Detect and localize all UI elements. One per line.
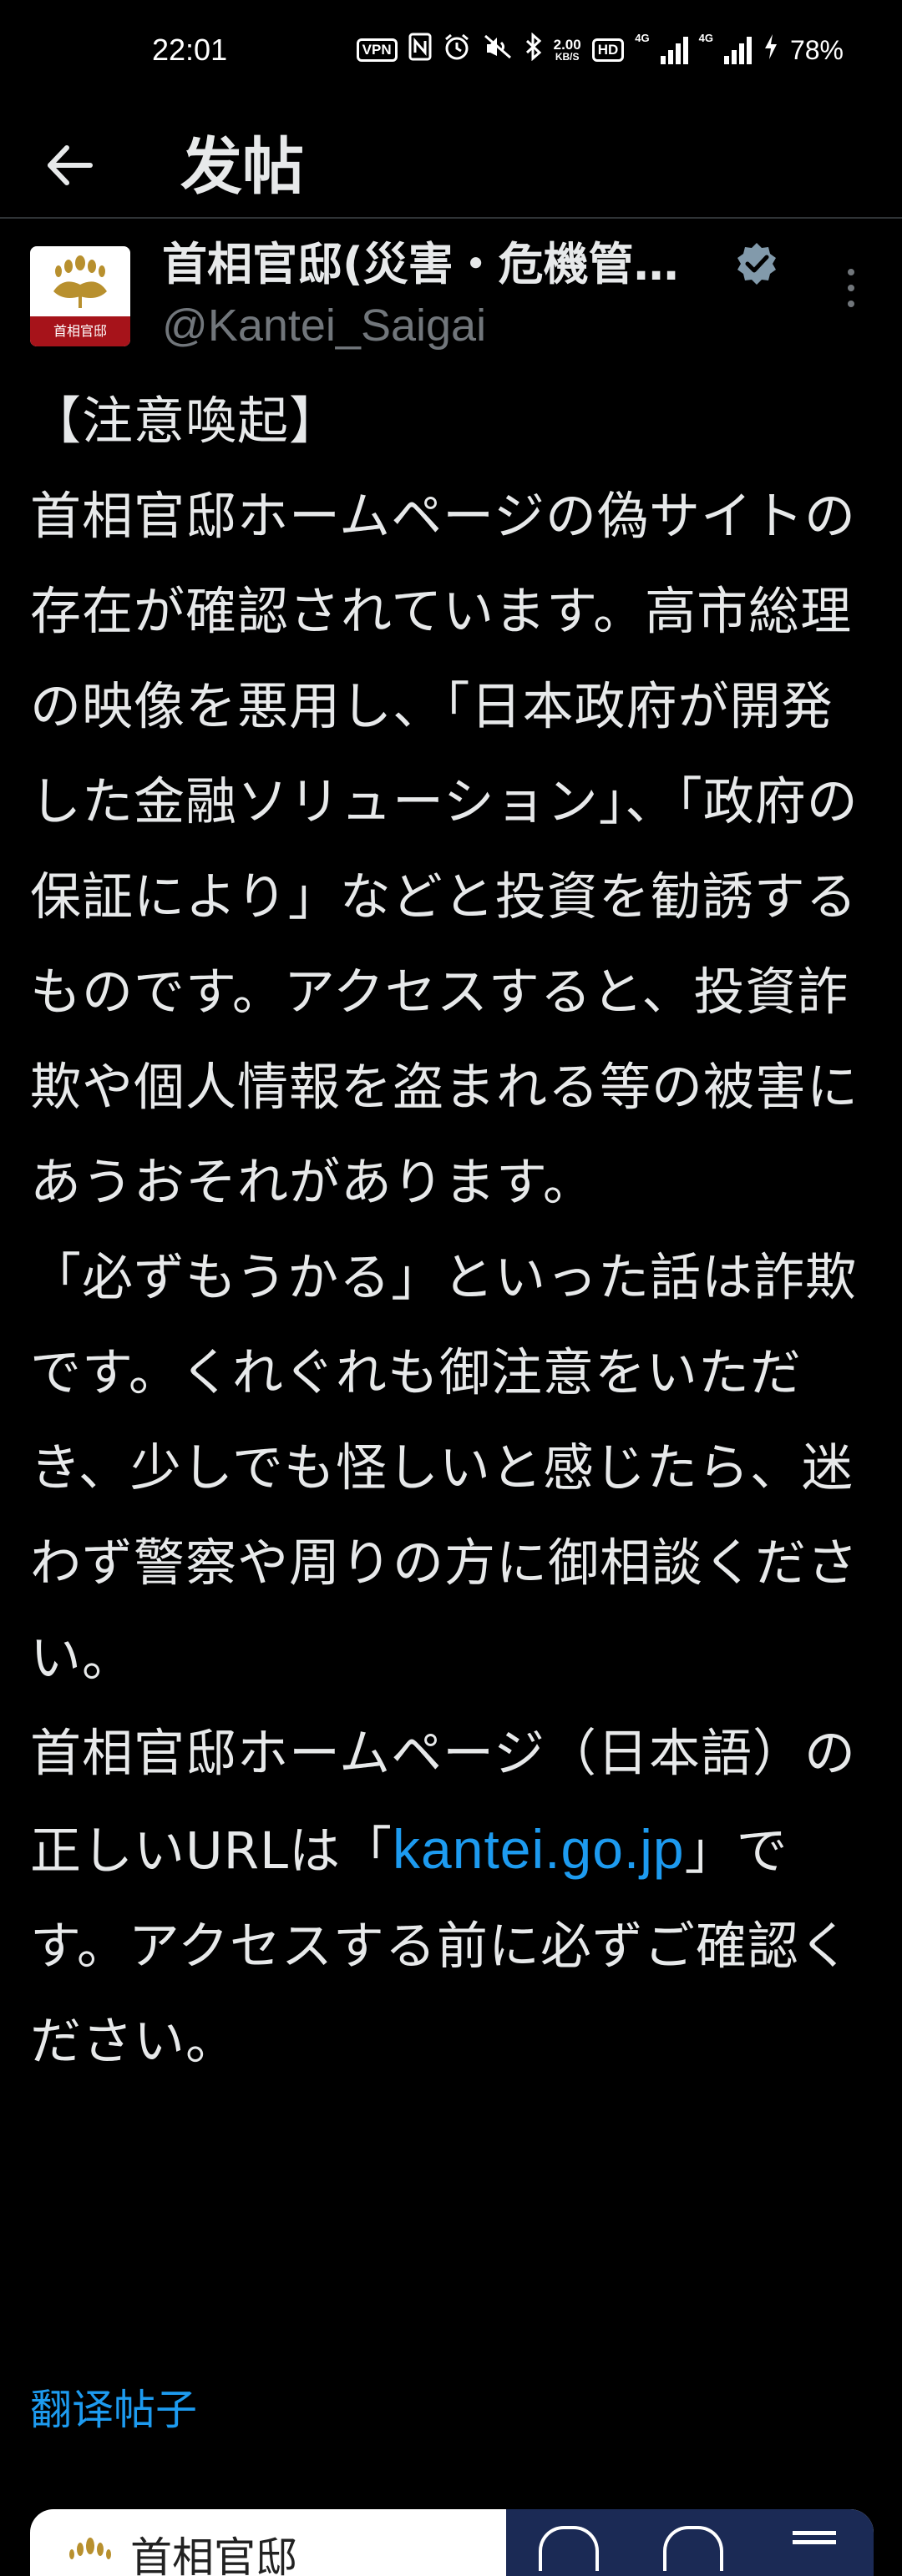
card-search-icon — [662, 2526, 723, 2571]
card-nav-bar — [506, 2509, 874, 2576]
nfc-icon — [408, 33, 432, 68]
avatar-label: 首相官邸 — [30, 316, 130, 346]
link-preview-card[interactable]: 首相官邸 — [30, 2509, 874, 2576]
network-type-2: 4G — [698, 32, 713, 44]
page-title: 发帖 — [180, 131, 304, 203]
network-type-1: 4G — [635, 32, 650, 44]
vpn-icon: VPN — [356, 38, 398, 62]
post-text-part-1: 【注意喚起】 首相官邸ホームページの偽サイトの存在が確認されています。高市総理の… — [30, 391, 859, 1881]
speed-unit: KB/S — [555, 51, 580, 63]
author-name[interactable]: 首相官邸(災害・危機管… — [162, 235, 730, 294]
status-time: 22:01 — [152, 33, 228, 67]
author-handle[interactable]: @Kantei_Saigai — [162, 296, 486, 355]
hd-icon: HD — [591, 38, 625, 62]
card-menu-icon — [788, 2526, 841, 2568]
verified-badge-icon — [737, 243, 776, 285]
card-crest-icon — [69, 2538, 111, 2559]
mute-icon — [482, 33, 514, 68]
status-bar: 22:01 VPN 2.00 KB/S HD 4G 4G 78% — [0, 0, 902, 100]
status-icons: VPN 2.00 KB/S HD 4G 4G 78% — [356, 32, 844, 68]
alarm-icon — [443, 33, 471, 68]
signal-icon-2 — [723, 36, 752, 64]
avatar[interactable]: 首相官邸 — [30, 246, 130, 346]
network-speed: 2.00 KB/S — [554, 38, 581, 63]
bluetooth-icon — [524, 32, 543, 68]
card-logo-text: 首相官邸 — [130, 2533, 297, 2576]
signal-icon — [660, 36, 688, 64]
more-options-icon[interactable] — [839, 269, 864, 307]
post-text: 【注意喚起】 首相官邸ホームページの偽サイトの存在が確認されています。高市総理の… — [30, 374, 874, 2089]
post-link[interactable]: kantei.go.jp — [393, 1818, 685, 1880]
translate-post-link[interactable]: 翻译帖子 — [30, 2381, 197, 2439]
card-document-icon — [538, 2526, 599, 2571]
battery-level: 78% — [789, 35, 844, 65]
back-arrow-icon[interactable] — [42, 138, 97, 193]
charging-icon — [763, 33, 779, 68]
top-app-bar: 发帖 — [0, 109, 902, 219]
paulownia-crest-icon — [53, 255, 107, 308]
speed-value: 2.00 — [553, 37, 581, 53]
